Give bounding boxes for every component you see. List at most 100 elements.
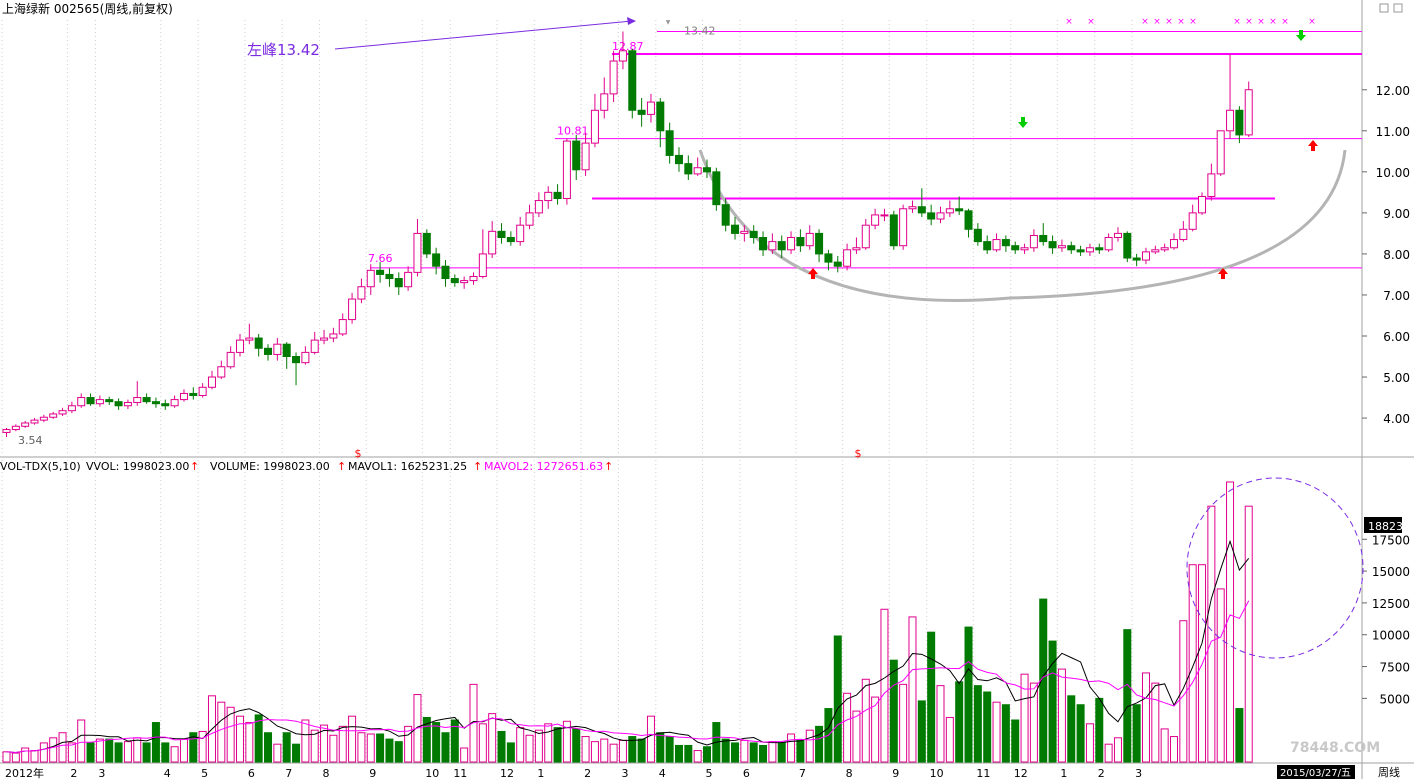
candle-up	[740, 230, 749, 234]
volume-bar-down	[1048, 640, 1057, 763]
candle-up	[1226, 109, 1235, 132]
candle-up	[581, 142, 590, 171]
candle-up	[1113, 232, 1122, 238]
volume-bar-up	[1085, 723, 1094, 763]
candle-down	[964, 210, 973, 230]
top-marker: ×	[1189, 17, 1197, 27]
volume-bar-down	[973, 685, 982, 763]
volume-bar-up	[133, 737, 142, 763]
price-tick-label: 7.00	[1383, 289, 1410, 303]
dollar-marker: $	[855, 447, 862, 460]
volume-bar-up	[768, 741, 777, 763]
volume-bar-down	[264, 732, 273, 763]
candle-up	[67, 405, 76, 412]
candle-down	[815, 232, 824, 255]
volume-tick-label: 7500	[1379, 661, 1410, 675]
candle-down	[731, 224, 740, 234]
volume-bar-up	[67, 742, 76, 763]
volume-bar-up	[1104, 743, 1113, 763]
volume-bar-up	[1160, 728, 1169, 763]
volume-bar-up	[11, 752, 20, 763]
volume-bar-up	[880, 608, 889, 763]
volume-bar-down	[161, 742, 170, 763]
candle-up	[357, 286, 366, 300]
candle-up	[320, 337, 329, 341]
top-marker: ×	[1233, 17, 1241, 27]
candle-up	[11, 425, 20, 431]
candle-up	[1141, 251, 1150, 261]
candle-up	[77, 397, 86, 407]
x-axis-label: 12	[500, 767, 514, 779]
candle-down	[432, 253, 441, 267]
volume-bar-up	[908, 616, 917, 763]
volume-bar-up	[1029, 682, 1038, 763]
x-axis-label: 10	[930, 767, 944, 779]
volume-bar-up	[646, 715, 655, 763]
volume-bar-up	[581, 736, 590, 763]
top-marker: ×	[1269, 17, 1277, 27]
red-up-arrow	[1308, 140, 1318, 151]
candle-up	[1160, 247, 1169, 251]
top-marker: ×	[1065, 17, 1073, 27]
volume-bar-up	[310, 729, 319, 763]
volume-header-item: VOL-TDX(5,10)	[0, 460, 81, 473]
volume-bar-up	[301, 719, 310, 763]
high-label: 13.42	[684, 24, 716, 37]
volume-tick-label: 5000	[1379, 692, 1410, 706]
candle-down	[254, 337, 263, 349]
volume-bar-up	[609, 743, 618, 763]
candle-down	[777, 241, 786, 251]
candle-down	[264, 347, 273, 355]
volume-bar-down	[665, 736, 674, 763]
candle-down	[1123, 232, 1132, 259]
top-marker: ×	[1165, 17, 1173, 27]
volume-bar-up	[58, 732, 67, 763]
volume-bar-down	[553, 727, 562, 763]
volume-bar-down	[731, 742, 740, 763]
volume-bar-up	[693, 750, 702, 763]
candle-down	[1076, 249, 1085, 253]
window-maximize-icon[interactable]	[1393, 3, 1403, 13]
volume-bar-up	[600, 738, 609, 763]
rounded-bottom-arc	[698, 149, 1347, 302]
candle-up	[478, 253, 487, 277]
candle-up	[310, 339, 319, 353]
candle-down	[105, 399, 114, 403]
volume-bar-down	[684, 744, 693, 763]
candle-up	[58, 410, 67, 415]
candle-down	[151, 401, 160, 405]
candle-down	[628, 50, 637, 111]
candle-up	[618, 50, 627, 62]
candle-down	[506, 237, 515, 243]
x-axis-label: 9	[892, 767, 899, 779]
x-axis-label: 2012年	[5, 766, 44, 779]
volume-bar-up	[516, 727, 525, 763]
window-restore-icon[interactable]	[1379, 3, 1389, 13]
candle-up	[207, 376, 216, 388]
candle-up	[1188, 212, 1197, 230]
date-box-text: 2015/03/27/五	[1280, 768, 1351, 779]
candle-down	[422, 232, 431, 255]
volume-bar-up	[217, 701, 226, 763]
volume-bar-down	[964, 626, 973, 763]
volume-bar-down	[1095, 697, 1104, 763]
candle-up	[1020, 247, 1029, 251]
candle-up	[236, 339, 244, 353]
volume-bar-down	[432, 722, 441, 763]
x-axis-label: 1	[1060, 767, 1067, 779]
volume-bar-down	[572, 728, 581, 763]
candle-up	[123, 401, 132, 407]
x-axis-label: 6	[248, 767, 255, 779]
volume-bar-down	[721, 738, 730, 763]
candle-down	[572, 140, 581, 171]
volume-bar-down	[282, 732, 291, 763]
candle-up	[338, 319, 347, 335]
volume-bar-up	[21, 747, 30, 763]
volume-tick-label: 10000	[1372, 629, 1410, 643]
volume-bar-up	[805, 729, 814, 763]
volume-bar-up	[861, 678, 870, 763]
candle-down	[142, 397, 151, 403]
candle-up	[179, 392, 188, 401]
candle-up	[245, 337, 254, 341]
level-label-12-87: 12.87	[612, 40, 644, 53]
